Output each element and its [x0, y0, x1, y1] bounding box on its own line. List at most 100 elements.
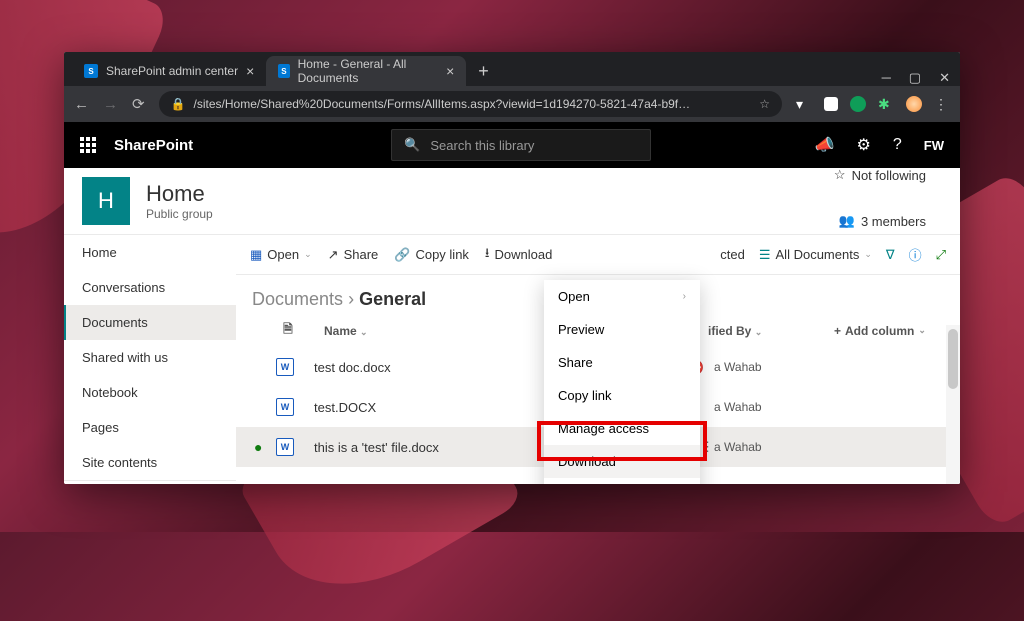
people-icon: 👥: [839, 213, 855, 229]
maximize-icon[interactable]: ▢: [909, 70, 921, 86]
name-column[interactable]: Name ⌄: [324, 324, 504, 338]
follow-button[interactable]: Not following: [852, 168, 926, 183]
megaphone-icon[interactable]: 📣: [815, 135, 835, 155]
info-icon[interactable]: ⓘ: [909, 245, 922, 264]
chevron-down-icon: ⌄: [360, 327, 368, 337]
chevron-down-icon: ⌄: [918, 325, 926, 336]
browser-tab-0[interactable]: S SharePoint admin center ×: [72, 56, 266, 86]
doctype-column-icon[interactable]: 🗎: [280, 320, 296, 341]
extension-icon[interactable]: [824, 97, 838, 111]
close-window-icon[interactable]: ✕: [939, 70, 950, 86]
minimize-icon[interactable]: ─: [882, 70, 891, 86]
search-placeholder: Search this library: [430, 138, 534, 153]
word-icon: ▦: [250, 247, 262, 263]
nav-shared[interactable]: Shared with us: [64, 340, 236, 375]
modified-by: a Wahab: [714, 360, 834, 374]
nav-pages[interactable]: Pages: [64, 410, 236, 445]
menu-download[interactable]: Download: [544, 445, 700, 478]
list-icon: ☰: [759, 247, 771, 263]
lock-icon: 🔒: [171, 97, 186, 111]
menu-delete[interactable]: Delete: [544, 478, 700, 484]
reload-icon[interactable]: ⟳: [132, 95, 145, 113]
context-menu: Open› Preview Share Copy link Manage acc…: [544, 280, 700, 484]
profile-avatar[interactable]: [906, 96, 922, 112]
chevron-down-icon: ⌄: [864, 249, 872, 260]
menu-copylink[interactable]: Copy link: [544, 379, 700, 412]
tab-title: Home - General - All Documents: [298, 57, 438, 85]
add-column-button[interactable]: + Add column ⌄: [834, 324, 944, 338]
command-bar: ▦Open ⌄ ↗Share 🔗Copy link ⭳Download cted…: [236, 235, 960, 275]
members-link[interactable]: 3 members: [861, 214, 926, 229]
star-icon[interactable]: ☆: [759, 97, 770, 111]
site-header: H Home Public group ☆ Not following 👥 3 me…: [64, 168, 960, 234]
sharepoint-favicon: S: [84, 64, 98, 78]
classic-link[interactable]: Return to classic SharePoint: [64, 480, 236, 484]
scrollbar[interactable]: [946, 325, 960, 484]
browser-tabs: S SharePoint admin center × S Home - Gen…: [64, 52, 960, 86]
app-name: SharePoint: [114, 137, 193, 154]
close-icon[interactable]: ×: [446, 63, 454, 79]
sharepoint-header: SharePoint 🔍 Search this library 📣 ⚙ ? F…: [64, 122, 960, 168]
menu-open[interactable]: Open›: [544, 280, 700, 313]
copylink-button[interactable]: 🔗Copy link: [394, 247, 469, 263]
sharepoint-favicon: S: [278, 64, 289, 78]
chevron-down-icon: ⌄: [304, 249, 312, 260]
breadcrumb-current: General: [359, 289, 426, 309]
chevron-down-icon: ⌄: [755, 327, 763, 337]
chevron-right-icon: ›: [683, 291, 686, 302]
modified-by: a Wahab: [714, 440, 834, 454]
back-icon[interactable]: ←: [74, 96, 89, 113]
word-icon: W: [276, 398, 294, 416]
search-icon: 🔍: [404, 137, 420, 153]
site-subtitle: Public group: [146, 207, 213, 221]
nav-conversations[interactable]: Conversations: [64, 270, 236, 305]
filter-icon[interactable]: ∇: [886, 247, 895, 263]
nav-home[interactable]: Home: [64, 235, 236, 270]
download-button[interactable]: ⭳Download: [485, 244, 552, 266]
link-icon: 🔗: [394, 247, 410, 263]
star-icon: ☆: [834, 168, 846, 183]
menu-preview[interactable]: Preview: [544, 313, 700, 346]
expand-icon[interactable]: ⤢: [936, 247, 946, 263]
site-logo: H: [82, 177, 130, 225]
tab-title: SharePoint admin center: [106, 64, 238, 78]
share-button[interactable]: ↗Share: [328, 247, 379, 263]
extension-icon[interactable]: [850, 96, 866, 112]
modified-by: a Wahab: [714, 400, 834, 414]
scrollbar-thumb[interactable]: [948, 329, 958, 389]
app-launcher-icon[interactable]: [80, 137, 96, 153]
download-icon: ⭳: [485, 244, 490, 266]
nav-notebook[interactable]: Notebook: [64, 375, 236, 410]
new-tab-button[interactable]: +: [466, 61, 501, 86]
url-text: /sites/Home/Shared%20Documents/Forms/All…: [194, 97, 691, 111]
browser-window: S SharePoint admin center × S Home - Gen…: [64, 52, 960, 484]
menu-icon[interactable]: ⋮: [934, 96, 950, 112]
word-icon: W: [276, 438, 294, 456]
row-checkbox[interactable]: [254, 439, 276, 455]
left-navigation: Home Conversations Documents Shared with…: [64, 234, 236, 484]
search-input[interactable]: 🔍 Search this library: [391, 129, 651, 161]
gear-icon[interactable]: ⚙: [857, 135, 871, 155]
url-input[interactable]: 🔒 /sites/Home/Shared%20Documents/Forms/A…: [159, 91, 782, 117]
user-initials[interactable]: FW: [924, 138, 944, 153]
forward-icon[interactable]: →: [103, 96, 118, 113]
extension-icon[interactable]: ✱: [878, 96, 894, 112]
share-icon: ↗: [328, 247, 339, 263]
more-icon[interactable]: ⋮: [701, 439, 714, 455]
nav-documents[interactable]: Documents: [64, 305, 236, 340]
address-bar: ← → ⟳ 🔒 /sites/Home/Shared%20Documents/F…: [64, 86, 960, 122]
breadcrumb-root[interactable]: Documents: [252, 289, 343, 309]
browser-tab-1[interactable]: S Home - General - All Documents ×: [266, 56, 466, 86]
help-icon[interactable]: ?: [893, 136, 902, 154]
site-title: Home: [146, 181, 213, 207]
menu-share[interactable]: Share: [544, 346, 700, 379]
extension-icon[interactable]: ▾: [796, 96, 812, 112]
menu-manage-access[interactable]: Manage access: [544, 412, 700, 445]
word-icon: W: [276, 358, 294, 376]
close-icon[interactable]: ×: [246, 63, 254, 79]
nav-site-contents[interactable]: Site contents: [64, 445, 236, 480]
open-button[interactable]: ▦Open ⌄: [250, 247, 312, 263]
view-selector[interactable]: ☰All Documents ⌄: [759, 247, 872, 263]
modifiedby-column[interactable]: ified By ⌄: [708, 324, 828, 338]
selected-count: cted: [720, 247, 745, 262]
